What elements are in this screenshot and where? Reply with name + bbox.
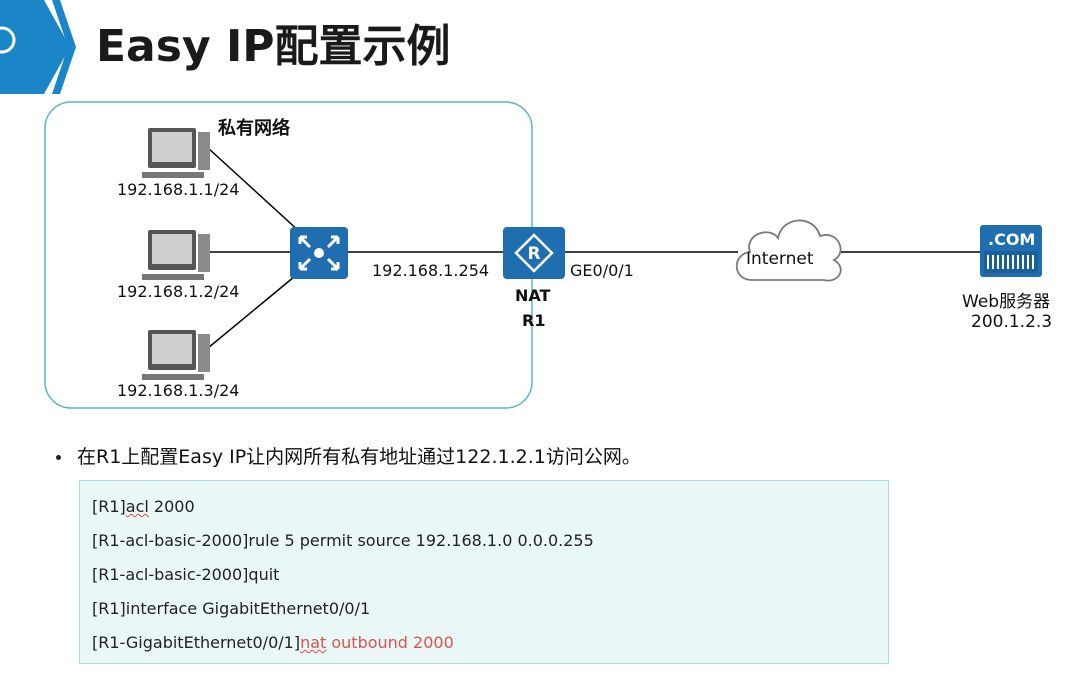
network-topology: R (44, 101, 1042, 409)
private-network-boundary (44, 101, 533, 409)
code-line-5: [R1-GigabitEthernet0/0/1]nat outbound 20… (92, 633, 454, 652)
code-line-1: [R1]acl 2000 (92, 497, 195, 516)
svg-text:R: R (527, 244, 540, 264)
router-role-label: NAT (515, 286, 551, 305)
bullet-dot (56, 455, 61, 460)
internet-label: Internet (746, 249, 814, 269)
code-line-1-prefix: [R1] (92, 497, 126, 516)
code-line-5-rest: outbound 2000 (326, 633, 454, 652)
router-icon: R (503, 227, 565, 279)
server-ip-label: 200.1.2.3 (971, 312, 1053, 332)
host-2-ip-label: 192.168.1.2/24 (117, 282, 240, 301)
host-1-ip-label: 192.168.1.1/24 (117, 180, 240, 199)
instruction-bullet: 在R1上配置Easy IP让内网所有私有地址通过122.1.2.1访问公网。 (77, 446, 641, 468)
server-badge-label: .COM (988, 230, 1036, 249)
router-inside-ip-label: 192.168.1.254 (372, 261, 490, 280)
code-line-4: [R1]interface GigabitEthernet0/0/1 (92, 599, 371, 618)
code-line-1-rest: 2000 (148, 497, 195, 516)
pc-icon (142, 230, 210, 280)
private-network-label: 私有网络 (218, 118, 290, 139)
server-name-label: Web服务器 (962, 292, 1051, 312)
pc-icon (142, 330, 210, 380)
code-line-3: [R1-acl-basic-2000]quit (92, 565, 280, 584)
code-line-2: [R1-acl-basic-2000]rule 5 permit source … (92, 531, 594, 550)
pc-icon (142, 128, 210, 178)
host-3-ip-label: 192.168.1.3/24 (117, 381, 240, 400)
code-line-5-keyword: nat (300, 633, 327, 652)
switch-icon (290, 227, 348, 279)
router-name-label: R1 (522, 311, 546, 330)
code-line-5-prefix: [R1-GigabitEthernet0/0/1] (92, 633, 301, 652)
router-outside-interface-label: GE0/0/1 (570, 261, 634, 280)
config-code-block: [R1]acl 2000 [R1-acl-basic-2000]rule 5 p… (79, 480, 889, 664)
code-line-1-keyword: acl (125, 497, 149, 516)
